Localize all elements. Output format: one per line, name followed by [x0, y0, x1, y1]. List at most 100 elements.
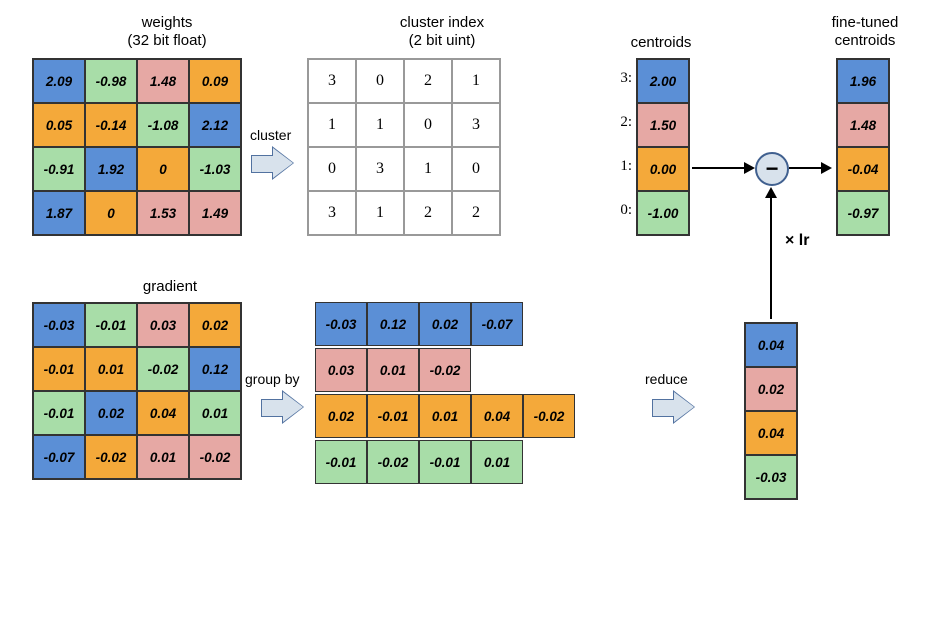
- title-cluster-index-l2: (2 bit uint): [409, 32, 476, 49]
- weights-cell: 0.09: [189, 59, 241, 103]
- gradient-cell: 0.01: [85, 347, 137, 391]
- minus-op-icon: −: [755, 152, 789, 186]
- gradient-cell: 0.03: [137, 303, 189, 347]
- grouped-cell: -0.01: [315, 440, 367, 484]
- gradient-cell: 0.01: [137, 435, 189, 479]
- diagram-stage: weights (32 bit float) cluster index (2 …: [12, 12, 916, 628]
- centroid-cell: -1.00: [637, 191, 689, 235]
- label-cluster: cluster: [250, 127, 291, 143]
- arrow-groupby: [261, 392, 305, 422]
- grouped-row: 0.02-0.010.010.04-0.02: [315, 394, 575, 438]
- column-reduced: 0.040.020.04-0.03: [744, 322, 798, 500]
- gradient-cell: 0.01: [189, 391, 241, 435]
- column-centroids: 2.001.500.00-1.00: [636, 58, 690, 236]
- weights-cell: -1.08: [137, 103, 189, 147]
- weights-cell: -0.14: [85, 103, 137, 147]
- cluster-index-cell: 3: [308, 59, 356, 103]
- grouped-row: -0.01-0.02-0.010.01: [315, 440, 575, 484]
- weights-cell: 2.09: [33, 59, 85, 103]
- centroid-index-label: 0:: [614, 202, 632, 219]
- reduced-cell: -0.03: [745, 455, 797, 499]
- cluster-index-cell: 0: [356, 59, 404, 103]
- grouped-cell: 0.02: [315, 394, 367, 438]
- weights-cell: -0.91: [33, 147, 85, 191]
- grouped-row: -0.030.120.02-0.07: [315, 302, 575, 346]
- gradient-cell: 0.02: [189, 303, 241, 347]
- cluster-index-cell: 1: [452, 59, 500, 103]
- arrowhead-minus-to-ft: [821, 162, 832, 174]
- centroid-index-label: 3:: [614, 70, 632, 87]
- grouped-cell: 0.04: [471, 394, 523, 438]
- title-cluster-index: cluster index (2 bit uint): [342, 14, 542, 50]
- cluster-index-cell: 1: [356, 103, 404, 147]
- finetuned-centroid-cell: -0.04: [837, 147, 889, 191]
- cluster-index-cell: 2: [452, 191, 500, 235]
- grouped-cell: -0.01: [367, 394, 419, 438]
- grouped-cell: -0.02: [523, 394, 575, 438]
- weights-cell: 0: [85, 191, 137, 235]
- cluster-index-cell: 1: [404, 147, 452, 191]
- weights-cell: 0: [137, 147, 189, 191]
- centroid-index-label: 2:: [614, 114, 632, 131]
- cluster-index-cell: 1: [308, 103, 356, 147]
- gradient-cell: -0.02: [189, 435, 241, 479]
- label-reduce: reduce: [645, 371, 688, 387]
- column-finetuned-centroids: 1.961.48-0.04-0.97: [836, 58, 890, 236]
- label-lr: × lr: [785, 232, 809, 250]
- arrow-minus-to-ft: [789, 167, 823, 169]
- gradient-cell: -0.01: [33, 391, 85, 435]
- finetuned-centroid-cell: 1.96: [837, 59, 889, 103]
- cluster-index-cell: 2: [404, 59, 452, 103]
- gradient-cell: -0.02: [85, 435, 137, 479]
- arrow-cluster: [251, 148, 295, 178]
- weights-cell: 1.48: [137, 59, 189, 103]
- weights-cell: -0.98: [85, 59, 137, 103]
- cluster-index-cell: 0: [404, 103, 452, 147]
- arrowhead-centroids-to-minus: [744, 162, 755, 174]
- weights-cell: 1.92: [85, 147, 137, 191]
- grouped-cell: -0.03: [315, 302, 367, 346]
- title-weights-l1: weights: [142, 14, 193, 31]
- centroid-cell: 1.50: [637, 103, 689, 147]
- gradient-cell: -0.02: [137, 347, 189, 391]
- centroid-index-label: 1:: [614, 158, 632, 175]
- arrow-centroids-to-minus: [692, 167, 746, 169]
- grouped-row: 0.030.01-0.02: [315, 348, 575, 392]
- centroid-cell: 0.00: [637, 147, 689, 191]
- weights-cell: 1.87: [33, 191, 85, 235]
- grouped-cell: 0.01: [471, 440, 523, 484]
- arrow-reduced-to-minus: [770, 197, 772, 319]
- grouped-gradient-rows: -0.030.120.02-0.070.030.01-0.020.02-0.01…: [315, 302, 575, 486]
- grouped-cell: 0.02: [419, 302, 471, 346]
- title-weights: weights (32 bit float): [67, 14, 267, 50]
- gradient-cell: -0.07: [33, 435, 85, 479]
- weights-cell: 1.49: [189, 191, 241, 235]
- cluster-index-cell: 2: [404, 191, 452, 235]
- arrow-reduce: [652, 392, 696, 422]
- cluster-index-cell: 0: [452, 147, 500, 191]
- cluster-index-cell: 0: [308, 147, 356, 191]
- centroid-cell: 2.00: [637, 59, 689, 103]
- weights-cell: 2.12: [189, 103, 241, 147]
- gradient-cell: -0.01: [85, 303, 137, 347]
- gradient-cell: -0.01: [33, 347, 85, 391]
- reduced-cell: 0.04: [745, 323, 797, 367]
- grouped-cell: 0.03: [315, 348, 367, 392]
- gradient-cell: 0.04: [137, 391, 189, 435]
- matrix-gradient: -0.03-0.010.030.02-0.010.01-0.020.12-0.0…: [32, 302, 242, 480]
- grouped-cell: 0.01: [419, 394, 471, 438]
- grouped-cell: -0.07: [471, 302, 523, 346]
- gradient-cell: 0.02: [85, 391, 137, 435]
- weights-cell: 1.53: [137, 191, 189, 235]
- gradient-cell: -0.03: [33, 303, 85, 347]
- arrowhead-reduced-to-minus: [765, 187, 777, 198]
- matrix-cluster-index: 3021110303103122: [307, 58, 501, 236]
- cluster-index-cell: 3: [356, 147, 404, 191]
- gradient-cell: 0.12: [189, 347, 241, 391]
- title-weights-l2: (32 bit float): [127, 32, 206, 49]
- finetuned-centroid-cell: -0.97: [837, 191, 889, 235]
- title-cluster-index-l1: cluster index: [400, 14, 484, 31]
- grouped-cell: 0.12: [367, 302, 419, 346]
- matrix-weights: 2.09-0.981.480.090.05-0.14-1.082.12-0.91…: [32, 58, 242, 236]
- cluster-index-cell: 3: [452, 103, 500, 147]
